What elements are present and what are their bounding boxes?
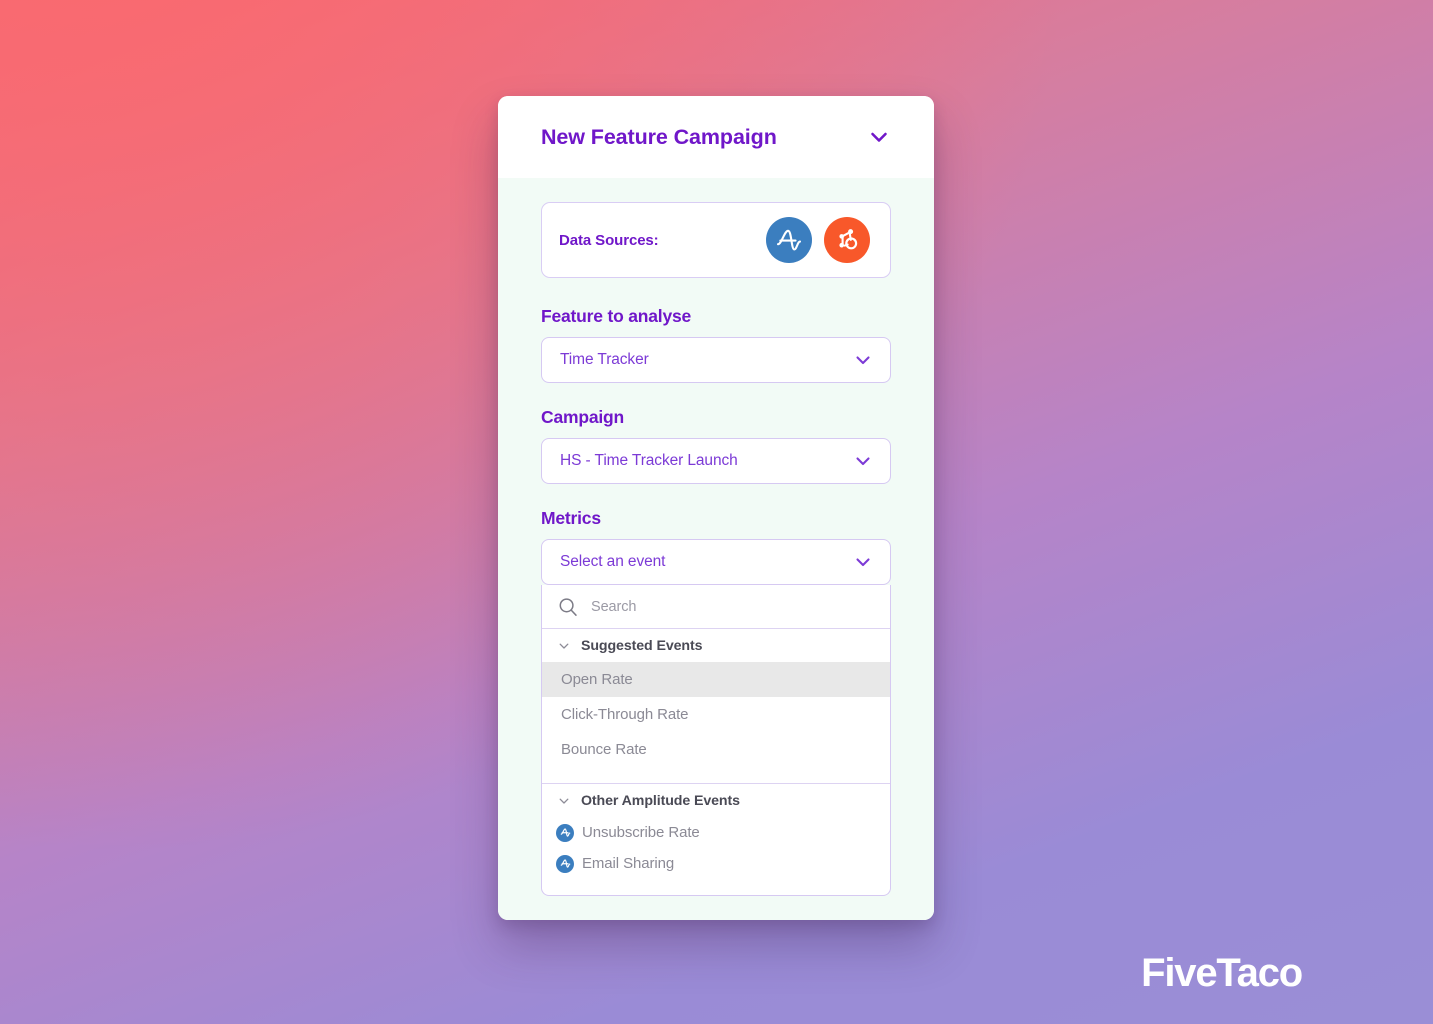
data-sources-icons bbox=[766, 217, 870, 263]
event-select-value: Select an event bbox=[560, 553, 666, 570]
chevron-down-icon bbox=[853, 451, 873, 471]
dropdown-option-unsubscribe-rate[interactable]: Unsubscribe Rate bbox=[542, 817, 890, 848]
dropdown-group-title: Suggested Events bbox=[581, 637, 703, 654]
dropdown-option-label: Email Sharing bbox=[582, 855, 675, 872]
chevron-down-icon bbox=[556, 793, 572, 809]
data-sources-label: Data Sources: bbox=[559, 231, 659, 249]
campaign-card: New Feature Campaign Data Sources: Featu… bbox=[498, 96, 934, 920]
data-sources-box: Data Sources: bbox=[541, 202, 891, 278]
search-row[interactable]: Search bbox=[542, 585, 890, 629]
chevron-down-icon bbox=[853, 552, 873, 572]
campaign-select-value: HS - Time Tracker Launch bbox=[560, 452, 738, 469]
page-title: New Feature Campaign bbox=[541, 124, 777, 149]
campaign-select[interactable]: HS - Time Tracker Launch bbox=[541, 438, 891, 484]
amplitude-icon bbox=[556, 854, 574, 873]
campaign-group: Campaign HS - Time Tracker Launch bbox=[541, 407, 891, 484]
dropdown-group-header-other-amplitude[interactable]: Other Amplitude Events bbox=[542, 784, 890, 817]
chevron-down-icon bbox=[853, 350, 873, 370]
hubspot-icon[interactable] bbox=[824, 217, 870, 263]
feature-group: Feature to analyse Time Tracker bbox=[541, 306, 891, 383]
fivetaco-watermark: FiveTaco bbox=[1141, 951, 1303, 995]
metrics-group: Metrics Select an event Search Suggested… bbox=[541, 508, 891, 896]
campaign-label: Campaign bbox=[541, 407, 624, 427]
feature-label: Feature to analyse bbox=[541, 306, 692, 326]
card-body: Data Sources: Feature to analyse Time Tr… bbox=[498, 178, 934, 920]
chevron-down-icon[interactable] bbox=[866, 124, 892, 150]
dropdown-group-header-suggested[interactable]: Suggested Events bbox=[542, 629, 890, 662]
search-icon bbox=[556, 595, 580, 619]
card-header: New Feature Campaign bbox=[498, 96, 934, 178]
feature-select[interactable]: Time Tracker bbox=[541, 337, 891, 383]
dropdown-option-bounce-rate[interactable]: Bounce Rate bbox=[542, 732, 890, 767]
chevron-down-icon bbox=[556, 638, 572, 654]
search-input[interactable]: Search bbox=[591, 599, 636, 615]
amplitude-icon bbox=[556, 823, 574, 842]
amplitude-icon[interactable] bbox=[766, 217, 812, 263]
dropdown-option-label: Click-Through Rate bbox=[561, 706, 689, 723]
dropdown-option-email-sharing[interactable]: Email Sharing bbox=[542, 848, 890, 879]
dropdown-option-click-through-rate[interactable]: Click-Through Rate bbox=[542, 697, 890, 732]
dropdown-group-title: Other Amplitude Events bbox=[581, 792, 740, 809]
metrics-label: Metrics bbox=[541, 508, 601, 528]
panel-bottom-spacer bbox=[542, 879, 890, 895]
event-select[interactable]: Select an event bbox=[541, 539, 891, 585]
event-dropdown-panel: Search Suggested Events Open Rate Click-… bbox=[541, 585, 891, 896]
dropdown-option-label: Open Rate bbox=[561, 671, 633, 688]
dropdown-option-open-rate[interactable]: Open Rate bbox=[542, 662, 890, 697]
feature-select-value: Time Tracker bbox=[560, 351, 649, 368]
dropdown-option-label: Unsubscribe Rate bbox=[582, 824, 700, 841]
dropdown-option-label: Bounce Rate bbox=[561, 741, 647, 758]
